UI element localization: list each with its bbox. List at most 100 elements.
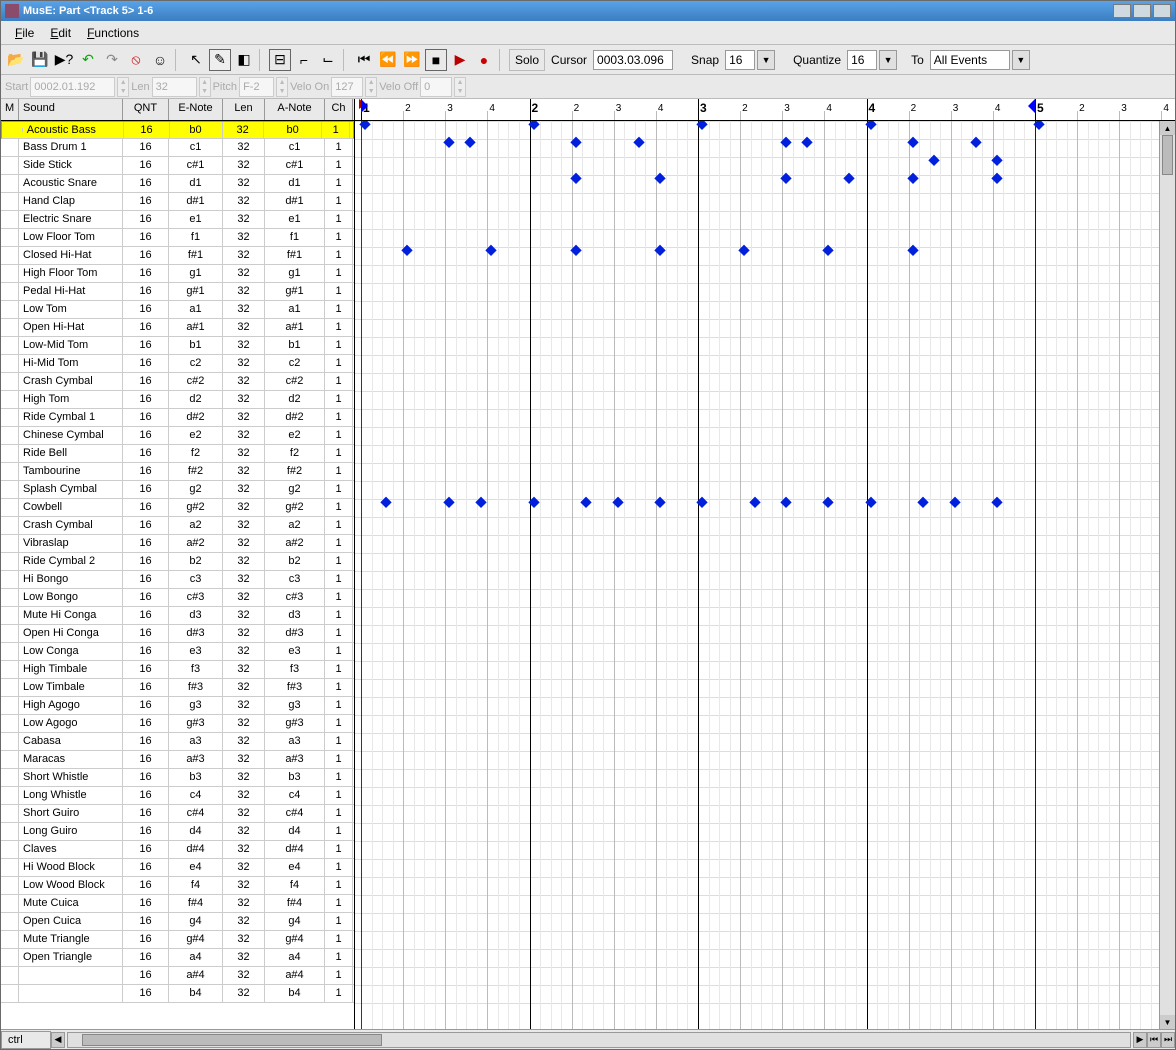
sound-row[interactable]: Acoustic Bass16b032b01 bbox=[1, 121, 354, 139]
sound-row[interactable]: Long Whistle16c432c41 bbox=[1, 787, 354, 805]
to-dropdown-icon[interactable]: ▼ bbox=[1012, 50, 1030, 70]
metronome-icon[interactable]: ☺ bbox=[149, 49, 171, 71]
sound-row[interactable]: Splash Cymbal16g232g21 bbox=[1, 481, 354, 499]
sound-row[interactable]: Open Hi-Hat16a#132a#11 bbox=[1, 319, 354, 337]
sound-row[interactable]: Long Guiro16d432d41 bbox=[1, 823, 354, 841]
quantize-dropdown-icon[interactable]: ▼ bbox=[879, 50, 897, 70]
sound-row[interactable]: Claves16d#432d#41 bbox=[1, 841, 354, 859]
sound-row[interactable]: Closed Hi-Hat16f#132f#11 bbox=[1, 247, 354, 265]
start-spinner[interactable]: ▲▼ bbox=[117, 77, 129, 97]
right-locator-icon[interactable] bbox=[1028, 99, 1035, 113]
col-len[interactable]: Len bbox=[223, 99, 265, 120]
sound-row[interactable]: Bass Drum 116c132c11 bbox=[1, 139, 354, 157]
left-locator-icon[interactable] bbox=[361, 99, 368, 113]
sound-row[interactable]: Short Guiro16c#432c#41 bbox=[1, 805, 354, 823]
sound-row[interactable]: Cowbell16g#232g#21 bbox=[1, 499, 354, 517]
sound-row[interactable]: Low Wood Block16f432f41 bbox=[1, 877, 354, 895]
sound-row[interactable]: Open Triangle16a432a41 bbox=[1, 949, 354, 967]
pointer-tool-icon[interactable]: ↖ bbox=[185, 49, 207, 71]
redo-icon[interactable]: ↷ bbox=[101, 49, 123, 71]
sound-row[interactable]: Open Hi Conga16d#332d#31 bbox=[1, 625, 354, 643]
sound-row[interactable]: Cabasa16a332a31 bbox=[1, 733, 354, 751]
scroll-thumb[interactable] bbox=[1162, 135, 1173, 175]
sound-row[interactable]: High Tom16d232d21 bbox=[1, 391, 354, 409]
col-anote[interactable]: A-Note bbox=[265, 99, 325, 120]
close-button[interactable] bbox=[1153, 4, 1171, 18]
sound-row[interactable]: Acoustic Snare16d132d11 bbox=[1, 175, 354, 193]
pitch-field[interactable]: F-2 bbox=[239, 77, 274, 97]
sound-row[interactable]: Hand Clap16d#132d#11 bbox=[1, 193, 354, 211]
col-enote[interactable]: E-Note bbox=[169, 99, 223, 120]
rewind-begin-icon[interactable]: ⏮ bbox=[353, 49, 375, 71]
sound-row[interactable]: Hi Wood Block16e432e41 bbox=[1, 859, 354, 877]
sound-row[interactable]: Mute Hi Conga16d332d31 bbox=[1, 607, 354, 625]
hscroll-begin-icon[interactable]: ⏮ bbox=[1147, 1032, 1161, 1048]
menu-file[interactable]: File bbox=[7, 24, 42, 42]
play-icon[interactable]: ▶ bbox=[449, 49, 471, 71]
maximize-button[interactable] bbox=[1133, 4, 1151, 18]
rewind-icon[interactable]: ⏪ bbox=[377, 49, 399, 71]
sound-row[interactable]: High Agogo16g332g31 bbox=[1, 697, 354, 715]
sound-row[interactable]: Low Floor Tom16f132f11 bbox=[1, 229, 354, 247]
stop-icon[interactable]: ■ bbox=[425, 49, 447, 71]
sound-row[interactable]: Ride Cymbal 216b232b21 bbox=[1, 553, 354, 571]
menu-functions[interactable]: Functions bbox=[79, 24, 147, 42]
record-icon[interactable]: ● bbox=[473, 49, 495, 71]
sound-row[interactable]: Side Stick16c#132c#11 bbox=[1, 157, 354, 175]
whatsthis-icon[interactable]: ▶? bbox=[53, 49, 75, 71]
step-icon[interactable]: ⊟ bbox=[269, 49, 291, 71]
velooff-field[interactable]: 0 bbox=[420, 77, 452, 97]
sound-row[interactable]: Short Whistle16b332b31 bbox=[1, 769, 354, 787]
sound-row[interactable]: Vibraslap16a#232a#21 bbox=[1, 535, 354, 553]
sound-row[interactable]: 16b432b41 bbox=[1, 985, 354, 1003]
sound-row[interactable]: Tambourine16f#232f#21 bbox=[1, 463, 354, 481]
veloon-field[interactable]: 127 bbox=[331, 77, 363, 97]
snap-dropdown-icon[interactable]: ▼ bbox=[757, 50, 775, 70]
panic-icon[interactable]: ⦸ bbox=[125, 49, 147, 71]
forward-icon[interactable]: ⏩ bbox=[401, 49, 423, 71]
note-grid[interactable] bbox=[355, 121, 1175, 1029]
cursor-input[interactable] bbox=[593, 50, 673, 70]
sound-row[interactable]: Open Cuica16g432g41 bbox=[1, 913, 354, 931]
sound-row[interactable]: Hi-Mid Tom16c232c21 bbox=[1, 355, 354, 373]
sound-row[interactable]: Crash Cymbal16c#232c#21 bbox=[1, 373, 354, 391]
col-qnt[interactable]: QNT bbox=[123, 99, 169, 120]
ruler[interactable]: 123422343234423452346 bbox=[355, 99, 1175, 121]
snap-select[interactable]: 16 bbox=[725, 50, 755, 70]
hscroll-end-icon[interactable]: ⏭ bbox=[1161, 1032, 1175, 1048]
sound-row[interactable]: Mute Cuica16f#432f#41 bbox=[1, 895, 354, 913]
sound-row[interactable]: Low Agogo16g#332g#31 bbox=[1, 715, 354, 733]
sound-row[interactable]: High Timbale16f332f31 bbox=[1, 661, 354, 679]
velooff-spinner[interactable]: ▲▼ bbox=[454, 77, 466, 97]
sound-row[interactable]: 16a#432a#41 bbox=[1, 967, 354, 985]
sound-row[interactable]: Pedal Hi-Hat16g#132g#11 bbox=[1, 283, 354, 301]
sound-row[interactable]: Low Conga16e332e31 bbox=[1, 643, 354, 661]
sound-row[interactable]: Ride Cymbal 116d#232d#21 bbox=[1, 409, 354, 427]
undo-icon[interactable]: ↶ bbox=[77, 49, 99, 71]
sound-row[interactable]: Ride Bell16f232f21 bbox=[1, 445, 354, 463]
hscroll-thumb[interactable] bbox=[82, 1034, 382, 1046]
horizontal-scrollbar[interactable] bbox=[67, 1032, 1131, 1048]
sound-row[interactable]: Hi Bongo16c332c31 bbox=[1, 571, 354, 589]
veloon-spinner[interactable]: ▲▼ bbox=[365, 77, 377, 97]
sound-row[interactable]: Low Tom16a132a11 bbox=[1, 301, 354, 319]
pencil-tool-icon[interactable]: ✎ bbox=[209, 49, 231, 71]
len-field[interactable]: 32 bbox=[152, 77, 197, 97]
col-sound[interactable]: Sound bbox=[19, 99, 123, 120]
open-icon[interactable]: 📂 bbox=[5, 49, 27, 71]
len-spinner[interactable]: ▲▼ bbox=[199, 77, 211, 97]
vertical-scrollbar[interactable]: ▲ ▼ bbox=[1159, 121, 1175, 1029]
minimize-button[interactable] bbox=[1113, 4, 1131, 18]
sound-row[interactable]: Mute Triangle16g#432g#41 bbox=[1, 931, 354, 949]
col-m[interactable]: M bbox=[1, 99, 19, 120]
to-select[interactable]: All Events bbox=[930, 50, 1010, 70]
hscroll-right-icon[interactable]: ▶ bbox=[1133, 1032, 1147, 1048]
save-icon[interactable]: 💾 bbox=[29, 49, 51, 71]
sound-row[interactable]: Low-Mid Tom16b132b11 bbox=[1, 337, 354, 355]
scroll-down-icon[interactable]: ▼ bbox=[1160, 1015, 1175, 1029]
sound-row[interactable]: Crash Cymbal16a232a21 bbox=[1, 517, 354, 535]
sound-row[interactable]: Low Bongo16c#332c#31 bbox=[1, 589, 354, 607]
sound-row[interactable]: Low Timbale16f#332f#31 bbox=[1, 679, 354, 697]
sound-row[interactable]: High Floor Tom16g132g11 bbox=[1, 265, 354, 283]
hscroll-left-icon[interactable]: ◀ bbox=[51, 1032, 65, 1048]
